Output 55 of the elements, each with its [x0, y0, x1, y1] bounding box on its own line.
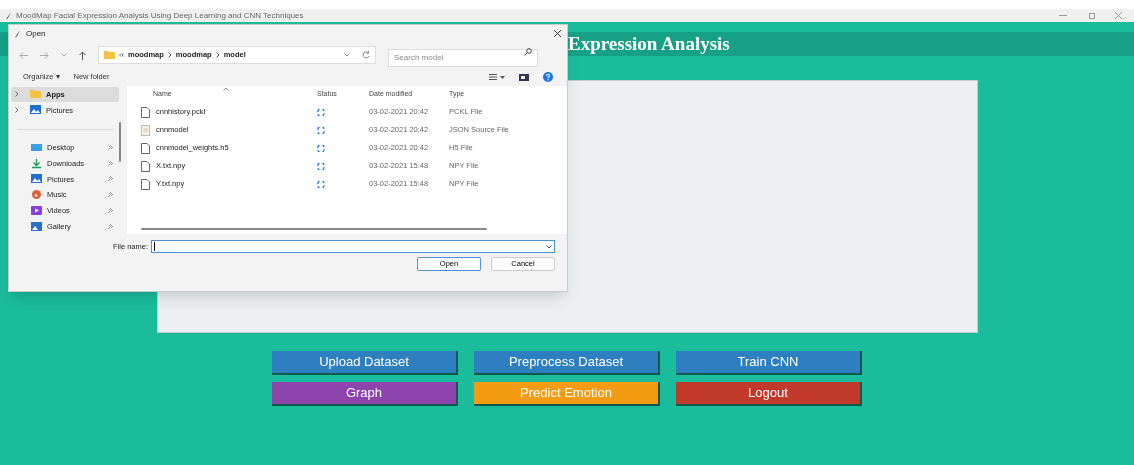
pin-icon[interactable]	[107, 192, 113, 199]
up-arrow-icon[interactable]	[79, 50, 86, 60]
refresh-icon[interactable]	[362, 51, 370, 59]
folder-icon	[30, 89, 41, 100]
gallery-icon	[31, 221, 42, 232]
sort-caret-icon	[223, 87, 229, 91]
window-title: MoodMap Facial Expression Analysis Using Deep Learning and CNN Techniques	[16, 9, 304, 22]
videos-icon	[31, 205, 42, 216]
search-icon	[524, 48, 532, 56]
pin-icon[interactable]	[107, 223, 113, 230]
chevron-down-icon[interactable]	[546, 244, 552, 249]
back-arrow-icon[interactable]	[19, 51, 28, 59]
double-chevron-icon	[119, 53, 124, 57]
heading: Expression Analysis	[568, 31, 730, 56]
folder-icon	[104, 51, 115, 59]
chevron-down-icon[interactable]	[344, 53, 350, 57]
file-icon	[141, 106, 150, 118]
action-button[interactable]: Preprocess Dataset	[474, 351, 660, 375]
scrollbar[interactable]	[119, 122, 121, 162]
file-icon	[141, 160, 150, 172]
action-button[interactable]: Logout	[676, 382, 862, 406]
action-button[interactable]: Upload Dataset	[272, 351, 458, 375]
pin-icon[interactable]	[107, 176, 113, 183]
chevron-right-icon[interactable]	[15, 107, 19, 114]
sync-icon	[317, 126, 325, 134]
sync-icon	[317, 144, 325, 152]
file-name-field[interactable]	[151, 240, 555, 253]
action-button[interactable]: Train CNN	[676, 351, 862, 375]
chevron-right-icon[interactable]	[15, 91, 19, 98]
close-icon[interactable]	[554, 30, 561, 37]
sync-icon	[317, 180, 325, 188]
view-menu-icon[interactable]	[489, 74, 505, 80]
pin-icon[interactable]	[107, 207, 113, 214]
search-field[interactable]: Search model	[388, 48, 538, 67]
chevron-right-icon	[215, 52, 220, 58]
music-icon	[31, 190, 42, 201]
action-button[interactable]: Graph	[272, 382, 458, 406]
pictures-icon	[31, 174, 42, 185]
file-icon	[141, 178, 150, 190]
pictures-icon	[30, 105, 41, 116]
downloads-icon	[31, 158, 42, 169]
file-icon	[141, 142, 150, 154]
json-file-icon	[141, 124, 150, 136]
chevron-right-icon	[167, 52, 172, 58]
desktop-icon	[31, 142, 42, 153]
help-icon[interactable]	[543, 72, 553, 82]
horizontal-scrollbar[interactable]	[141, 228, 487, 230]
sync-icon	[317, 108, 325, 116]
pin-icon[interactable]	[107, 160, 113, 167]
pin-icon[interactable]	[107, 144, 113, 151]
sync-icon	[317, 162, 325, 170]
restore-icon[interactable]	[1089, 12, 1095, 19]
forward-arrow-icon[interactable]	[40, 51, 49, 59]
preview-pane-icon[interactable]	[519, 73, 529, 81]
dialog-title: Open	[26, 27, 46, 40]
